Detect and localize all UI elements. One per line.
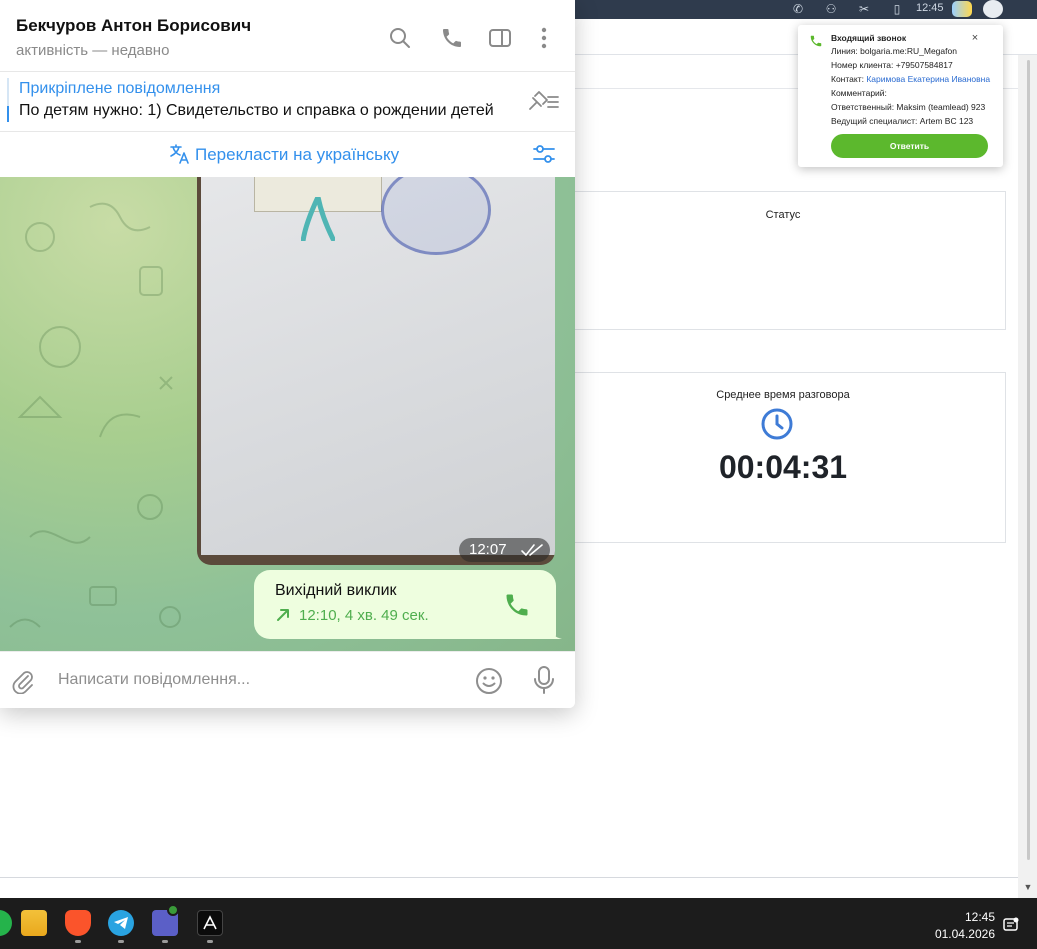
answer-call-button[interactable]: Ответить	[831, 134, 988, 158]
teams-icon[interactable]	[152, 904, 179, 936]
acrobat-icon	[203, 915, 217, 930]
toast-comment: Комментарий:	[831, 88, 887, 98]
incoming-call-toast: × Входящий звонок Линия: bolgaria.me:RU_…	[798, 25, 1003, 167]
taskbar-running-indicator	[75, 940, 81, 943]
scroll-down-icon[interactable]: ▼	[1021, 880, 1035, 894]
taskbar	[0, 898, 1037, 949]
close-icon[interactable]: ×	[969, 32, 981, 44]
taskbar-running-indicator	[118, 940, 124, 943]
photo-time: 12:07	[469, 541, 507, 558]
phone-icon[interactable]	[503, 591, 531, 619]
toast-contact-label: Контакт:	[831, 74, 864, 84]
photo-timestamp-badge: 12:07	[459, 538, 550, 562]
pinned-text: По детям нужно: 1) Свидетельство и справ…	[19, 102, 494, 119]
emoji-icon[interactable]	[474, 666, 504, 696]
avg-talk-time-title: Среднее время разговора	[716, 389, 850, 401]
pinned-indicator-active	[7, 106, 9, 122]
sidebar-toggle-icon[interactable]	[488, 26, 512, 50]
avatar[interactable]	[983, 0, 1003, 18]
chat-header[interactable]: Бекчуров Антон Борисович активність — не…	[0, 0, 575, 72]
contact-name[interactable]: Бекчуров Антон Борисович	[16, 16, 251, 36]
status-card: Статус	[560, 191, 1006, 330]
weather-icon	[952, 1, 972, 17]
avg-talk-time-card: Среднее время разговора 00:04:31	[560, 372, 1006, 543]
call-title: Вихідний виклик	[275, 582, 397, 599]
ribbon	[301, 197, 335, 241]
double-check-icon	[521, 544, 543, 556]
translate-bar[interactable]: Перекласти на українську	[0, 132, 575, 177]
message-input[interactable]	[58, 666, 458, 694]
toast-title: Входящий звонок	[831, 33, 907, 43]
status-card-title: Статус	[765, 209, 801, 221]
outgoing-call-message[interactable]: Вихідний виклик 12:10, 4 хв. 49 сек.	[254, 570, 556, 639]
translate-label[interactable]: Перекласти на українську	[195, 145, 399, 165]
sliders-icon[interactable]	[532, 142, 556, 166]
photo-message[interactable]	[197, 177, 555, 565]
topbar-time: 12:45	[916, 2, 944, 14]
more-options-icon[interactable]	[532, 26, 556, 50]
whatsapp-icon[interactable]	[0, 910, 12, 936]
toast-contact-link[interactable]: Каримова Екатерина Ивановна	[866, 74, 990, 84]
pinned-list-icon[interactable]	[526, 89, 560, 113]
search-icon[interactable]	[388, 26, 412, 50]
brave-browser-icon[interactable]	[65, 910, 91, 936]
pinned-title: Прикріплене повідомлення	[19, 80, 221, 97]
paperclip-icon[interactable]	[10, 668, 36, 694]
phone-icon[interactable]: ✆	[790, 1, 806, 17]
users-icon[interactable]: ⚇	[823, 1, 839, 17]
toast-lead-specialist: Ведущий специалист: Artem BC 123	[831, 116, 974, 126]
scrollbar-thumb[interactable]	[1027, 60, 1030, 860]
scissors-icon[interactable]: ✂	[856, 1, 872, 17]
pinned-message-bar[interactable]: Прикріплене повідомлення По детям нужно:…	[0, 72, 575, 132]
clock-icon	[761, 408, 793, 440]
toast-client-number: Номер клиента: +79507584817	[831, 60, 953, 70]
avg-talk-time-value: 00:04:31	[718, 449, 848, 485]
outgoing-arrow-icon	[277, 609, 289, 621]
taskbar-date[interactable]: 01.04.2026	[930, 927, 995, 941]
telegram-window: Бекчуров Антон Борисович активність — не…	[0, 0, 575, 708]
telegram-icon[interactable]	[108, 910, 134, 936]
status-check-icon	[167, 904, 179, 916]
file-explorer-icon[interactable]	[21, 910, 47, 936]
toast-line: Линия: bolgaria.me:RU_Megafon	[831, 46, 957, 56]
clipboard-icon[interactable]: ▯	[889, 1, 905, 17]
app-bottom-divider	[0, 877, 1018, 878]
taskbar-running-indicator	[162, 940, 168, 943]
taskbar-time[interactable]: 12:45	[955, 910, 995, 924]
microphone-icon[interactable]	[532, 665, 556, 695]
document-photo	[201, 177, 555, 555]
chat-area[interactable]: Вихідний виклик 12:10, 4 хв. 49 сек.	[0, 177, 575, 651]
pdf-reader-icon[interactable]	[197, 910, 223, 936]
bubble-tail	[548, 625, 562, 639]
phone-icon[interactable]	[440, 26, 464, 50]
toast-responsible: Ответственный: Maksim (teamlead) 923	[831, 102, 986, 112]
notification-icon[interactable]	[1002, 916, 1020, 934]
telegram-plane-icon	[114, 917, 128, 929]
message-composer	[0, 651, 575, 708]
phone-icon	[810, 35, 822, 47]
toast-contact: Контакт: Каримова Екатерина Ивановна	[831, 74, 990, 84]
contact-status: активність — недавно	[16, 42, 170, 59]
taskbar-running-indicator	[207, 940, 213, 943]
call-details: 12:10, 4 хв. 49 сек.	[299, 607, 429, 624]
translate-icon	[170, 144, 189, 164]
